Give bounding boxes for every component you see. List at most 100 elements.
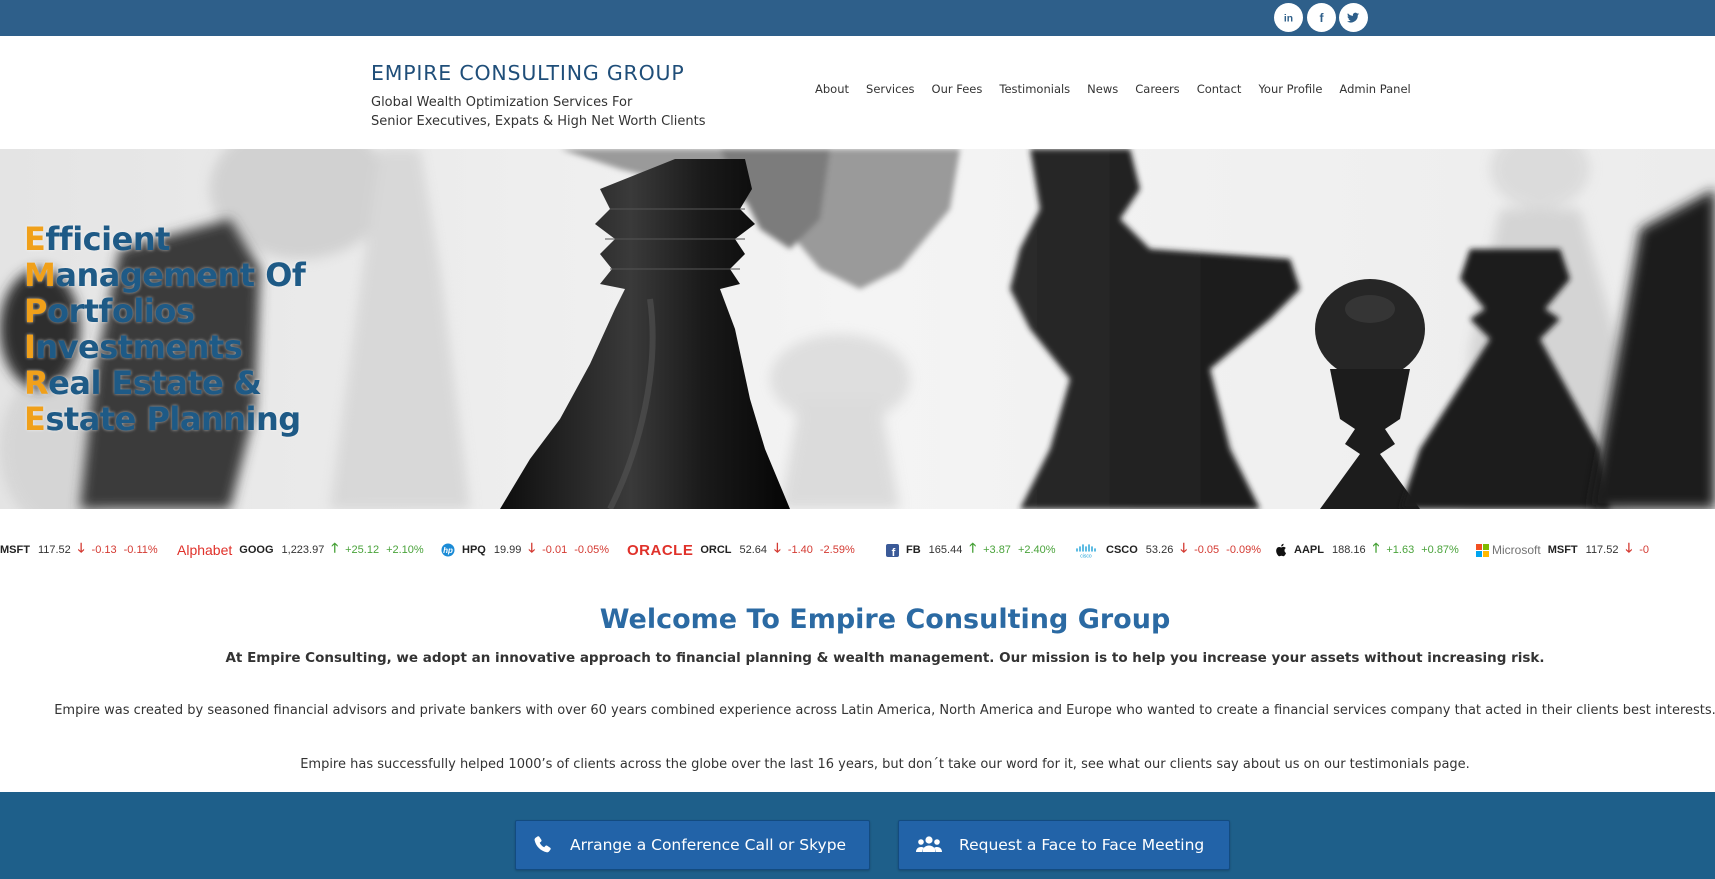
ticker-symbol: GOOG (239, 544, 274, 556)
ticker-item-orcl[interactable]: ORACLE ORCL 52.64 🡓 -1.40 -2.59% (627, 540, 862, 559)
hero-line-initial: M (24, 256, 56, 294)
conference-call-button[interactable]: Arrange a Conference Call or Skype (515, 820, 870, 870)
hero-line-initial: E (24, 400, 46, 438)
linkedin-icon[interactable]: in (1274, 3, 1303, 32)
nav-admin-panel[interactable]: Admin Panel (1339, 82, 1410, 100)
hero-line: Real Estate & (24, 365, 305, 401)
ticker-item-csco[interactable]: cisco CSCO 53.26 🡓 -0.05 -0.09% (1075, 540, 1268, 559)
ticker-symbol: AAPL (1294, 544, 1324, 556)
hero-line-text: eal Estate & (48, 364, 262, 402)
arrow-up-icon: 🡑 (969, 540, 977, 555)
hero-line: Management Of (24, 256, 306, 294)
ticker-percent: -2.59% (819, 544, 855, 556)
svg-text:f: f (892, 547, 896, 557)
facebook-icon[interactable]: f (1307, 3, 1336, 32)
arrow-down-icon: 🡓 (528, 540, 536, 555)
nav-your-profile[interactable]: Your Profile (1258, 82, 1322, 100)
hero-line: Estate Planning (24, 401, 305, 437)
ticker-price: 188.16 (1331, 544, 1366, 556)
svg-text:in: in (1284, 13, 1293, 24)
ticker-price: 165.44 (928, 544, 963, 556)
nav-our-fees[interactable]: Our Fees (932, 82, 983, 100)
ticker-change: +1.63 (1386, 544, 1415, 556)
welcome-title: Welcome To Empire Consulting Group (599, 604, 1171, 635)
ticker-change: -1.40 (787, 544, 813, 556)
svg-text:cisco: cisco (1080, 554, 1092, 559)
ticker-percent: -0.09% (1226, 544, 1262, 556)
ticker-symbol: FB (906, 544, 921, 556)
ticker-price: 53.26 (1145, 544, 1174, 556)
ticker-percent: -0.11% (123, 544, 158, 556)
twitter-glyph (1346, 12, 1360, 23)
ticker-change: -0 (1639, 544, 1650, 556)
arrow-down-icon: 🡓 (1180, 540, 1188, 555)
nav-careers[interactable]: Careers (1135, 82, 1179, 100)
twitter-icon[interactable] (1339, 3, 1368, 32)
nav-testimonials[interactable]: Testimonials (999, 82, 1070, 100)
ticker-item-msft-2[interactable]: Microsoft MSFT 117.52 🡓 -0 (1476, 540, 1656, 559)
svg-text:hp: hp (443, 546, 453, 555)
ticker-percent: +2.10% (386, 544, 424, 556)
ticker-price: 52.64 (739, 544, 768, 556)
face-to-face-button[interactable]: Request a Face to Face Meeting (898, 820, 1230, 870)
ticker-percent: +2.40% (1017, 544, 1056, 556)
arrow-up-icon: 🡑 (1372, 540, 1380, 555)
ticker-percent: +0.87% (1421, 544, 1459, 556)
ticker-change: +25.12 (345, 544, 380, 556)
hero-line-initial: I (24, 328, 36, 366)
nav-news[interactable]: News (1087, 82, 1118, 100)
hero-line-text: nvestments (35, 328, 243, 366)
brand-tagline-line2: Senior Executives, Expats & High Net Wor… (371, 113, 706, 129)
hero-line-text: state Planning (45, 400, 301, 438)
hero-headline: Efficient Management Of Portfolios Inves… (24, 221, 306, 437)
ticker-price: 1,223.97 (281, 544, 325, 556)
hero-line: Investments (24, 329, 305, 365)
ticker-percent: -0.05% (574, 544, 610, 556)
ticker-symbol: MSFT (1547, 544, 1578, 556)
ticker-price: 19.99 (493, 544, 522, 556)
ticker-symbol: ORCL (700, 544, 732, 556)
hero-line-text: ortfolios (46, 292, 195, 330)
arrow-down-icon: 🡓 (1625, 540, 1633, 555)
ticker-change: +3.87 (983, 544, 1011, 556)
facebook-glyph: f (1319, 11, 1324, 25)
ticker-price: 117.52 (37, 544, 71, 556)
arrow-up-icon: 🡑 (331, 540, 339, 555)
welcome-paragraph-1: Empire was created by seasoned financial… (54, 703, 1715, 718)
ticker-item-msft[interactable]: MSFT 117.52 🡓 -0.13 -0.11% (0, 540, 165, 559)
brand-tagline: Global Wealth Optimization Services For … (371, 94, 706, 131)
microsoft-logo: Microsoft (1476, 543, 1541, 557)
ticker-price: 117.52 (1585, 544, 1619, 556)
ticker-item-fb[interactable]: f FB 165.44 🡑 +3.87 +2.40% (886, 540, 1063, 559)
hero-line: Efficient (24, 221, 305, 257)
phone-icon (534, 836, 551, 853)
brand-title[interactable]: EMPIRE CONSULTING GROUP (371, 61, 685, 85)
hero-line-initial: E (24, 220, 46, 258)
facebook-logo: f (886, 543, 899, 557)
alphabet-logo: Alphabet (177, 542, 233, 558)
hero-line-text: anagement Of (55, 256, 306, 294)
top-bar: in f (0, 0, 1715, 36)
apple-logo (1275, 543, 1287, 557)
welcome-paragraph-2: Empire has successfully helped 1000’s of… (300, 757, 1470, 772)
ticker-item-aapl[interactable]: AAPL 188.16 🡑 +1.63 +0.87% (1275, 540, 1466, 559)
nav-services[interactable]: Services (866, 82, 915, 100)
welcome-lead: At Empire Consulting, we adopt an innova… (225, 650, 1545, 666)
arrow-down-icon: 🡓 (77, 540, 85, 555)
nav-contact[interactable]: Contact (1197, 82, 1242, 100)
ticker-item-goog[interactable]: Alphabet GOOG 1,223.97 🡑 +25.12 +2.10% (177, 540, 431, 559)
linkedin-glyph: in (1284, 13, 1293, 24)
stock-ticker: MSFT 117.52 🡓 -0.13 -0.11% Alphabet GOOG… (0, 533, 1715, 567)
hero-line: Portfolios (24, 293, 305, 329)
ticker-item-hpq[interactable]: hp HPQ 19.99 🡓 -0.01 -0.05% (441, 540, 616, 559)
hero-banner: Efficient Management Of Portfolios Inves… (0, 149, 1715, 509)
nav-about[interactable]: About (815, 82, 849, 100)
oracle-logo: ORACLE (627, 541, 694, 559)
users-icon (916, 836, 942, 852)
cisco-logo: cisco (1075, 542, 1099, 558)
main-nav: About Services Our Fees Testimonials New… (815, 82, 1419, 100)
hero-line-initial: R (24, 364, 49, 402)
face-to-face-label: Request a Face to Face Meeting (959, 836, 1205, 854)
ticker-symbol: HPQ (462, 544, 486, 556)
ticker-symbol: MSFT (0, 544, 30, 556)
